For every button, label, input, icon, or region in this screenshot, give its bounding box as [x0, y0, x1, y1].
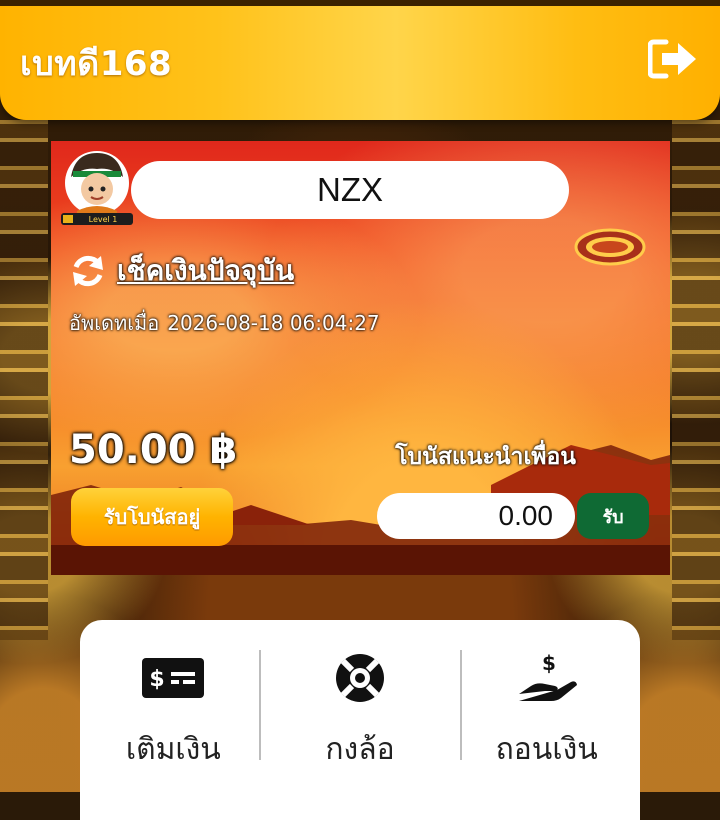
wheel-button[interactable]: กงล้อ — [267, 620, 454, 820]
claim-bonus-button[interactable]: รับโบนัสอยู่ — [71, 488, 233, 546]
avatar-level-text: Level 1 — [89, 215, 118, 224]
balance-card: Level 1 NZX เช็คเงินปัจจุบัน อัพเดทเมื่อ… — [51, 141, 670, 575]
svg-text:$: $ — [542, 651, 556, 675]
deposit-cash-icon: $ — [142, 658, 205, 698]
background-ornament-left — [0, 120, 48, 640]
lifebuoy-wheel-icon — [336, 654, 384, 702]
username-display: NZX — [131, 161, 569, 219]
menu-divider — [259, 650, 261, 760]
svg-text:$: $ — [150, 667, 165, 692]
withdraw-hand-icon: $ — [518, 651, 577, 701]
receive-referral-button[interactable]: รับ — [577, 493, 649, 539]
top-header: เบทดี168 — [0, 0, 720, 120]
check-balance-label: เช็คเงินปัจจุบัน — [117, 254, 295, 287]
deposit-button[interactable]: $ เติมเงิน — [80, 620, 267, 820]
menu-label-deposit: เติมเงิน — [125, 732, 221, 767]
menu-divider — [460, 650, 462, 760]
referral-bonus-label: โบนัสแนะนำเพื่อน — [395, 444, 576, 470]
last-updated: อัพเดทเมื่อ 2026-08-18 06:04:27 — [69, 307, 388, 339]
refresh-icon — [73, 255, 103, 287]
menu-label-withdraw: ถอนเงิน — [495, 732, 598, 767]
brand-badge-logo — [574, 227, 646, 267]
withdraw-button[interactable]: $ ถอนเงิน — [453, 620, 640, 820]
menu-label-wheel: กงล้อ — [325, 732, 395, 767]
brand-logo-text: เบทดี168 — [20, 44, 173, 84]
background-ornament-right — [672, 120, 720, 640]
last-updated-label: อัพเดทเมื่อ — [69, 311, 160, 335]
last-updated-time: 2026-08-18 06:04:27 — [167, 311, 380, 335]
referral-bonus-value: 0.00 — [377, 493, 575, 539]
balance-amount: 50.00 ฿ — [69, 427, 238, 473]
bottom-action-menu: $ เติมเงิน กงล้อ $ ถอนเงิน — [80, 620, 640, 820]
check-balance-button[interactable]: เช็คเงินปัจจุบัน — [69, 249, 294, 293]
sign-out-icon[interactable] — [647, 38, 698, 80]
avatar: Level 1 — [61, 147, 133, 225]
